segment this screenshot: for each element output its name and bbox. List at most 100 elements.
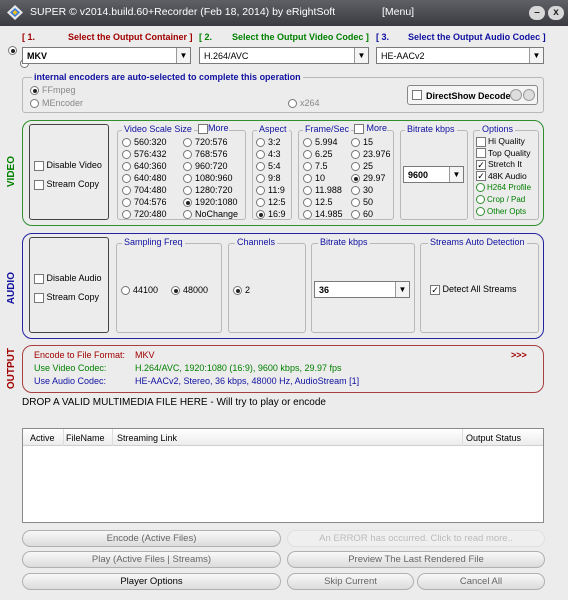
output-container-select[interactable]: MKV ▼	[22, 47, 191, 64]
audio-codec-select[interactable]: HE-AACv2 ▼	[376, 47, 544, 64]
scale-option-1920x1080[interactable]: 1920:1080	[183, 197, 238, 208]
scale-option-704x480[interactable]: 704:480	[122, 185, 167, 196]
option-link-label: Crop / Pad	[487, 195, 526, 204]
aspect-option-16x9[interactable]: 16:9	[256, 209, 286, 220]
audio-stream-copy-label: Stream Copy	[46, 292, 100, 302]
fps-option-6-25[interactable]: 6.25	[303, 149, 333, 160]
disable-video-label: Disable Video	[46, 160, 102, 170]
aspect-option-3x2[interactable]: 3:2	[256, 137, 281, 148]
directshow-info-icon[interactable]	[523, 89, 535, 101]
skip-current-button[interactable]: Skip Current	[287, 573, 414, 590]
audio-stream-copy-checkbox[interactable]: Stream Copy	[34, 292, 99, 303]
fps-option-25[interactable]: 25	[351, 161, 373, 172]
fps-option-50[interactable]: 50	[351, 197, 373, 208]
scale-option-960x720[interactable]: 960:720	[183, 161, 228, 172]
preview-button[interactable]: Preview The Last Rendered File	[287, 551, 545, 568]
fps-option-30[interactable]: 30	[351, 185, 373, 196]
video-scale-more[interactable]: More	[198, 123, 229, 134]
video-codec-select[interactable]: H.264/AVC ▼	[199, 47, 369, 64]
encoder-mencoder[interactable]: MEncoder	[30, 98, 83, 109]
aspect-option-12x5[interactable]: 12:5	[256, 197, 286, 208]
scale-option-720x576[interactable]: 720:576	[183, 137, 228, 148]
fps-option-10[interactable]: 10	[303, 173, 325, 184]
directshow-settings-icon[interactable]	[510, 89, 522, 101]
aspect-option-9x8[interactable]: 9:8	[256, 173, 281, 184]
output-row-label: Use Audio Codec:	[34, 376, 107, 386]
option-link-crop-pad[interactable]: Crop / Pad	[476, 195, 526, 205]
drop-instruction: DROP A VALID MULTIMEDIA FILE HERE - Will…	[22, 397, 326, 408]
disable-video-checkbox[interactable]: Disable Video	[34, 160, 102, 171]
scale-option-960x720-label: 960:720	[195, 161, 228, 171]
col-output-status[interactable]: Output Status	[466, 433, 521, 443]
audio-bitrate-select[interactable]: 36 ▼	[314, 281, 410, 298]
scale-option-576x432-label: 576:432	[134, 149, 167, 159]
play-button[interactable]: Play (Active Files | Streams)	[22, 551, 281, 568]
scale-option-768x576[interactable]: 768:576	[183, 149, 228, 160]
output-more-button[interactable]: >>>	[511, 350, 527, 360]
video-stream-copy-checkbox[interactable]: Stream Copy	[34, 179, 99, 190]
fps-option-14-985[interactable]: 14.985	[303, 209, 343, 220]
sampling-freq-title: Sampling Freq	[122, 237, 185, 247]
freq-option-48000[interactable]: 48000	[171, 285, 208, 296]
encoder-x264[interactable]: x264	[288, 98, 320, 109]
output-row-value: MKV	[135, 350, 155, 360]
directshow-decode-toggle[interactable]: DirectShow Decode	[407, 85, 538, 105]
cancel-all-button[interactable]: Cancel All	[417, 573, 545, 590]
option-link-other-opts[interactable]: Other Opts	[476, 207, 526, 217]
col-filename[interactable]: FileName	[66, 433, 105, 443]
chevron-down-icon: ▼	[395, 282, 409, 297]
scale-option-1920x1080-label: 1920:1080	[195, 197, 238, 207]
col-streaming-link[interactable]: Streaming Link	[117, 433, 177, 443]
option-stretch-it-checkbox[interactable]: ✓ Stretch It	[476, 159, 522, 170]
fps-option-11-988[interactable]: 11.988	[303, 185, 342, 196]
video-codec-value: H.264/AVC	[204, 51, 249, 61]
encode-button[interactable]: Encode (Active Files)	[22, 530, 281, 547]
col-active[interactable]: Active	[30, 433, 55, 443]
fps-option-5-994[interactable]: 5.994	[303, 137, 338, 148]
aspect-option-12x5-label: 12:5	[268, 197, 286, 207]
scale-option-576x432[interactable]: 576:432	[122, 149, 167, 160]
option-link-h264-profile[interactable]: H264 Profile	[476, 183, 531, 193]
channels-option-2[interactable]: 2	[233, 285, 250, 296]
scale-option-704x576[interactable]: 704:576	[122, 197, 167, 208]
frame-rate-more[interactable]: More	[354, 123, 388, 134]
scale-option-720x480[interactable]: 720:480	[122, 209, 167, 220]
green-bullet-icon	[476, 195, 485, 205]
file-list-table[interactable]: Active FileName Streaming Link Output St…	[22, 428, 544, 523]
aspect-option-4x3[interactable]: 4:3	[256, 149, 281, 160]
directshow-checkbox[interactable]	[412, 90, 422, 100]
detect-all-streams-checkbox[interactable]: ✓ Detect All Streams	[430, 284, 517, 295]
scale-option-640x480[interactable]: 640:480	[122, 173, 167, 184]
disable-audio-checkbox[interactable]: Disable Audio	[34, 273, 102, 284]
option-48k-audio-checkbox[interactable]: ✓ 48K Audio	[476, 171, 527, 182]
fps-option-29-97[interactable]: 29.97	[351, 173, 386, 184]
option-hi-quality-checkbox[interactable]: Hi Quality	[476, 136, 525, 147]
scale-option-560x320[interactable]: 560:320	[122, 137, 167, 148]
mode-radio-encode[interactable]	[8, 46, 17, 56]
error-message-button[interactable]: An ERROR has occurred. Click to read mor…	[287, 530, 545, 547]
fps-option-23-976[interactable]: 23.976	[351, 149, 391, 160]
fps-option-15[interactable]: 15	[351, 137, 373, 148]
freq-option-44100[interactable]: 44100	[121, 285, 158, 296]
aspect-option-11x9[interactable]: 11:9	[256, 185, 285, 196]
fps-option-60-label: 60	[363, 209, 374, 219]
video-toggles-group	[29, 124, 109, 220]
fps-option-60[interactable]: 60	[351, 209, 374, 220]
scale-option-nochange[interactable]: NoChange	[183, 209, 238, 220]
aspect-option-5x4[interactable]: 5:4	[256, 161, 281, 172]
scale-option-1080x960[interactable]: 1080:960	[183, 173, 233, 184]
title-bar[interactable]: SUPER © v2014.build.60+Recorder (Feb 18,…	[0, 0, 568, 26]
video-codec-header: Select the Output Video Codec ]	[232, 32, 369, 42]
minimize-button[interactable]: –	[529, 6, 545, 20]
player-options-button[interactable]: Player Options	[22, 573, 281, 590]
close-button[interactable]: x	[548, 6, 564, 20]
fps-option-7-5[interactable]: 7.5	[303, 161, 328, 172]
option-top-quality-checkbox[interactable]: Top Quality	[476, 148, 531, 159]
scale-option-640x360[interactable]: 640:360	[122, 161, 167, 172]
scale-option-1280x720[interactable]: 1280:720	[183, 185, 233, 196]
encoder-ffmpeg[interactable]: FFmpeg	[30, 85, 76, 96]
video-bitrate-select[interactable]: 9600 ▼	[403, 166, 464, 183]
menu-button[interactable]: [Menu]	[382, 6, 414, 18]
fps-option-12-5[interactable]: 12.5	[303, 197, 333, 208]
video-section-label: VIDEO	[6, 156, 17, 188]
